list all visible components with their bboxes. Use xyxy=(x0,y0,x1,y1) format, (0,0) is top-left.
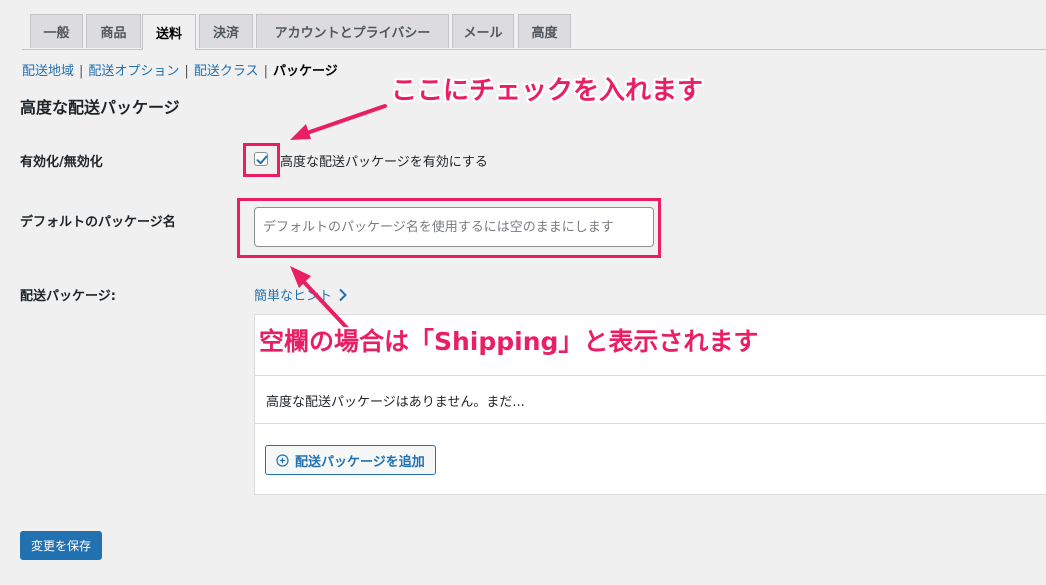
checkbox-annotation-text: ここにチェックを入れます xyxy=(391,76,704,106)
tab-accounts-privacy[interactable]: アカウントとプライバシー xyxy=(256,14,449,48)
enable-checkbox-label[interactable]: 高度な配送パッケージを有効にする xyxy=(280,151,488,170)
tab-payments[interactable]: 決済 xyxy=(199,14,253,48)
input-highlight-box xyxy=(237,198,661,258)
save-changes-button[interactable]: 変更を保存 xyxy=(20,531,103,560)
checkbox-arrow xyxy=(290,104,387,140)
shipping-subnav: 配送地域 | 配送オプション | 配送クラス | パッケージ xyxy=(22,60,338,79)
tab-email[interactable]: メール xyxy=(452,14,514,48)
tab-shipping[interactable]: 送料 xyxy=(142,14,196,50)
packages-label: 配送パッケージ: xyxy=(20,289,116,304)
subnav-separator: | xyxy=(184,64,189,79)
subnav-packages: パッケージ xyxy=(272,64,338,79)
tab-general[interactable]: 一般 xyxy=(30,14,83,48)
settings-tabs: 一般 商品 送料 決済 アカウントとプライバシー メール 高度 xyxy=(22,14,1046,50)
enable-label: 有効化/無効化 xyxy=(20,155,103,170)
subnav-classes[interactable]: 配送クラス xyxy=(194,64,259,79)
checkbox-highlight-box xyxy=(243,143,280,177)
subnav-separator: | xyxy=(263,64,268,79)
add-package-label: 配送パッケージを追加 xyxy=(295,454,425,470)
plus-circle-icon xyxy=(276,453,289,467)
default-name-label: デフォルトのパッケージ名 xyxy=(20,215,176,230)
tab-advanced[interactable]: 高度 xyxy=(518,14,571,48)
tab-products[interactable]: 商品 xyxy=(86,14,141,48)
quick-hint-link[interactable]: 簡単なヒント xyxy=(254,285,348,304)
input-annotation-text: 空欄の場合は「Shipping」と表示されます xyxy=(259,327,759,356)
subnav-zones[interactable]: 配送地域 xyxy=(22,64,74,79)
subnav-options[interactable]: 配送オプション xyxy=(88,64,179,79)
chevron-right-icon xyxy=(339,288,347,301)
packages-divider xyxy=(255,423,1046,424)
section-title: 高度な配送パッケージ xyxy=(20,98,180,117)
packages-empty-text: 高度な配送パッケージはありません。まだ... xyxy=(266,395,525,410)
quick-hint-label: 簡単なヒント xyxy=(254,289,333,304)
subnav-separator: | xyxy=(79,64,84,79)
add-package-button[interactable]: 配送パッケージを追加 xyxy=(265,445,436,475)
